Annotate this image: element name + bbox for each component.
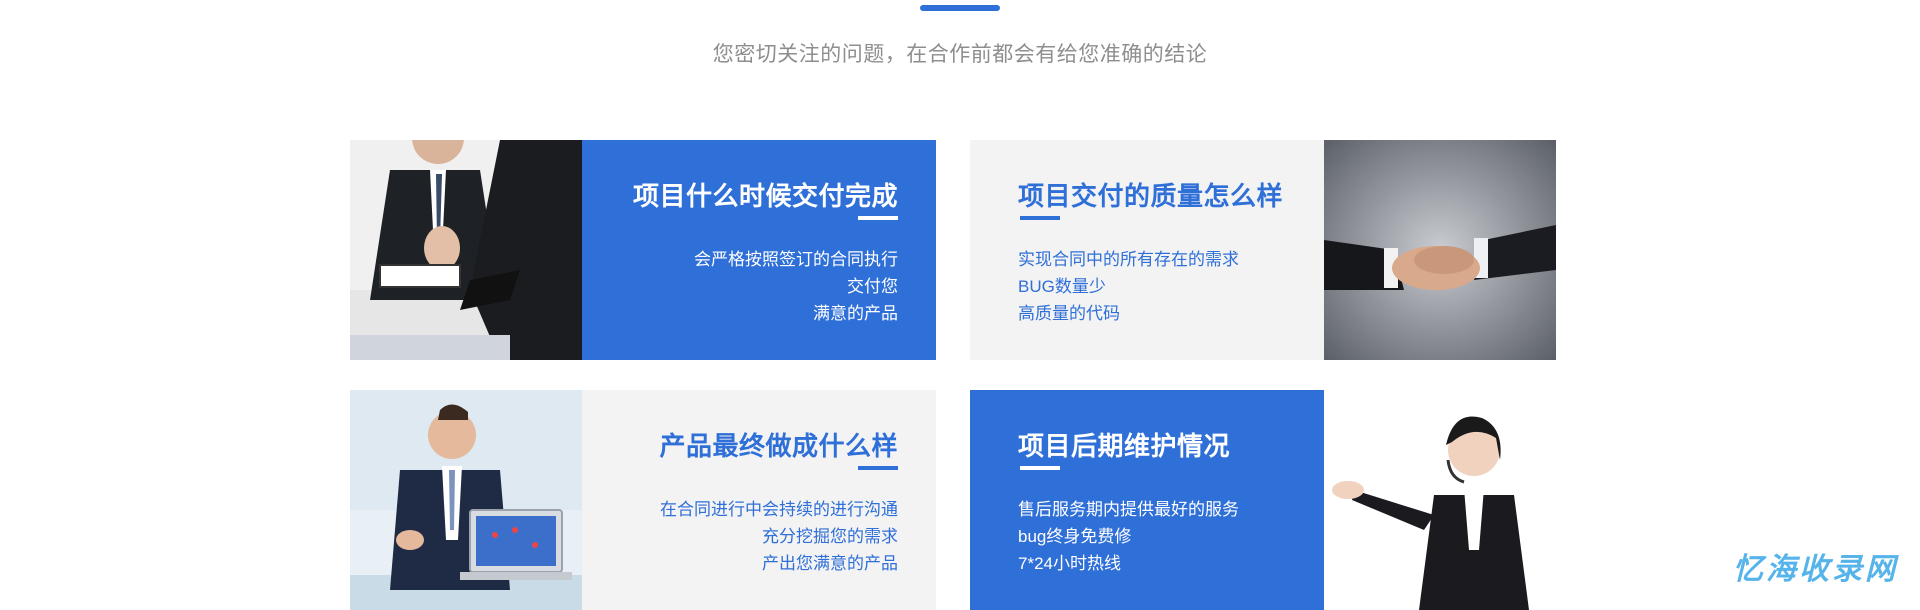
desc-line: 交付您 (847, 277, 898, 296)
faq-card-maintenance: 项目后期维护情况 售后服务期内提供最好的服务 bug终身免费修 7*24小时热线 (970, 390, 1556, 610)
desc-line: 满意的产品 (813, 304, 898, 323)
site-watermark: 忆海收录网 (1733, 553, 1898, 586)
desc-line: 会严格按照签订的合同执行 (694, 250, 898, 269)
delivery-time-panel: 项目什么时候交付完成 会严格按照签订的合同执行 交付您 满意的产品 (582, 140, 936, 360)
card-title: 产品最终做成什么样 (659, 431, 898, 461)
section-subtitle: 您密切关注的问题，在合作前都会有给您准确的结论 (712, 43, 1208, 66)
desc-line: bug终身免费修 (1018, 527, 1132, 546)
final-product-panel: 产品最终做成什么样 在合同进行中会持续的进行沟通 充分挖掘您的需求 产出您满意的… (582, 390, 936, 610)
faq-card-delivery-time: 项目什么时候交付完成 会严格按照签订的合同执行 交付您 满意的产品 (350, 140, 936, 360)
desc-line: 7*24小时热线 (1018, 554, 1121, 573)
title-underline (858, 466, 898, 470)
faq-card-final-product: 产品最终做成什么样 在合同进行中会持续的进行沟通 充分挖掘您的需求 产出您满意的… (350, 390, 936, 610)
card-description: 在合同进行中会持续的进行沟通 充分挖掘您的需求 产出您满意的产品 (660, 496, 898, 577)
card-description: 实现合同中的所有存在的需求 BUG数量少 高质量的代码 (1018, 246, 1239, 327)
card-title: 项目什么时候交付完成 (632, 181, 898, 211)
desc-line: 高质量的代码 (1018, 304, 1120, 323)
delivery-quality-panel: 项目交付的质量怎么样 实现合同中的所有存在的需求 BUG数量少 高质量的代码 (970, 140, 1324, 360)
card-title: 项目交付的质量怎么样 (1018, 181, 1284, 211)
desc-line: 在合同进行中会持续的进行沟通 (660, 500, 898, 519)
maintenance-panel: 项目后期维护情况 售后服务期内提供最好的服务 bug终身免费修 7*24小时热线 (970, 390, 1324, 610)
top-accent-bar (920, 5, 1000, 11)
title-underline (1020, 216, 1060, 220)
title-underline (1020, 466, 1060, 470)
title-underline (858, 216, 898, 220)
business-meeting-photo (350, 140, 582, 360)
desc-line: 实现合同中的所有存在的需求 (1018, 250, 1239, 269)
desc-line: BUG数量少 (1018, 277, 1106, 296)
customer-service-photo (1324, 390, 1556, 610)
businessman-laptop-photo (350, 390, 582, 610)
handshake-photo (1324, 140, 1556, 360)
faq-card-delivery-quality: 项目交付的质量怎么样 实现合同中的所有存在的需求 BUG数量少 高质量的代码 (970, 140, 1556, 360)
card-description: 售后服务期内提供最好的服务 bug终身免费修 7*24小时热线 (1018, 496, 1239, 577)
desc-line: 充分挖掘您的需求 (762, 527, 898, 546)
card-title: 项目后期维护情况 (1018, 431, 1231, 461)
desc-line: 产出您满意的产品 (762, 554, 898, 573)
card-description: 会严格按照签订的合同执行 交付您 满意的产品 (694, 246, 898, 327)
desc-line: 售后服务期内提供最好的服务 (1018, 500, 1239, 519)
